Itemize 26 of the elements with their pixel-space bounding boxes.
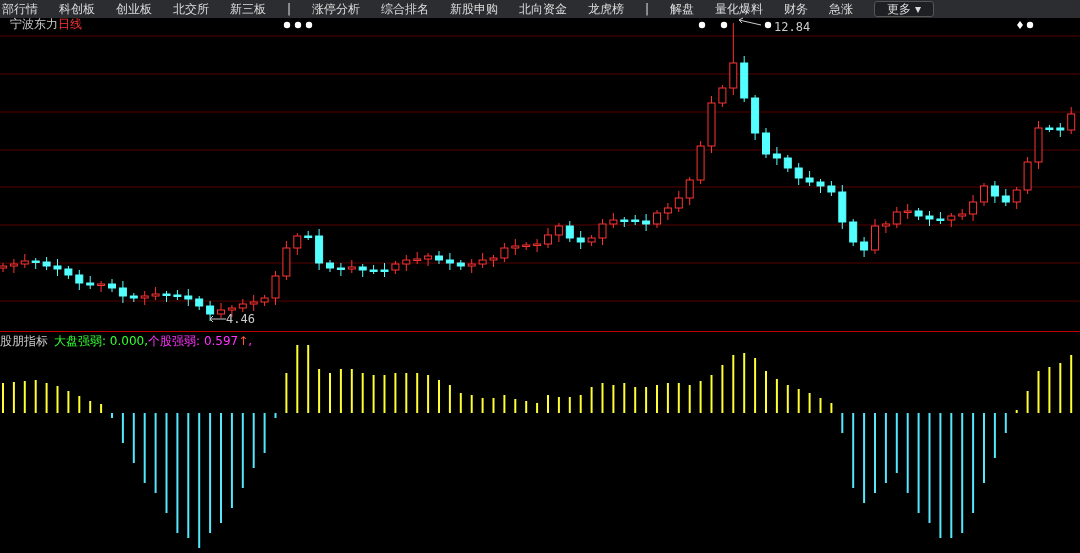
period-label: 日线	[58, 17, 82, 31]
menu-item[interactable]: |	[287, 1, 292, 17]
menu-item[interactable]: 新股申购	[450, 1, 499, 17]
more-button[interactable]: 更多 ▾	[874, 1, 934, 17]
menu-item[interactable]: 科创板	[59, 1, 95, 17]
trend-arrow: ↑	[238, 334, 249, 348]
menu-item[interactable]: 龙虎榜	[588, 1, 625, 17]
menu-item[interactable]: 北交所	[173, 1, 209, 17]
menu-item[interactable]: 涨停分析	[312, 1, 361, 17]
menu-item[interactable]: 急涨	[829, 1, 854, 17]
menu-item[interactable]: 部行情	[2, 1, 38, 17]
indicator-name: 股朋指标	[0, 333, 48, 350]
menu-item[interactable]: 综合排名	[381, 1, 430, 17]
legend-reading: 个股强弱: 0.597	[148, 333, 239, 350]
menu-item[interactable]: 解盘	[670, 1, 695, 17]
price-label: 4.46	[226, 312, 255, 326]
menu-item[interactable]: |	[645, 1, 650, 17]
menu-item[interactable]: 新三板	[230, 1, 266, 17]
stock-name: 宁波东力	[10, 17, 58, 31]
price-label: 12.84	[774, 20, 811, 34]
menu-item[interactable]: 北向资金	[519, 1, 568, 17]
legend-separator: ,	[248, 334, 253, 348]
menu-item[interactable]: 量化爆料	[715, 1, 764, 17]
menu-item[interactable]: 创业板	[116, 1, 152, 17]
menu-item[interactable]: 财务	[784, 1, 809, 17]
legend-reading: 大盘强弱: 0.000,	[54, 333, 149, 350]
